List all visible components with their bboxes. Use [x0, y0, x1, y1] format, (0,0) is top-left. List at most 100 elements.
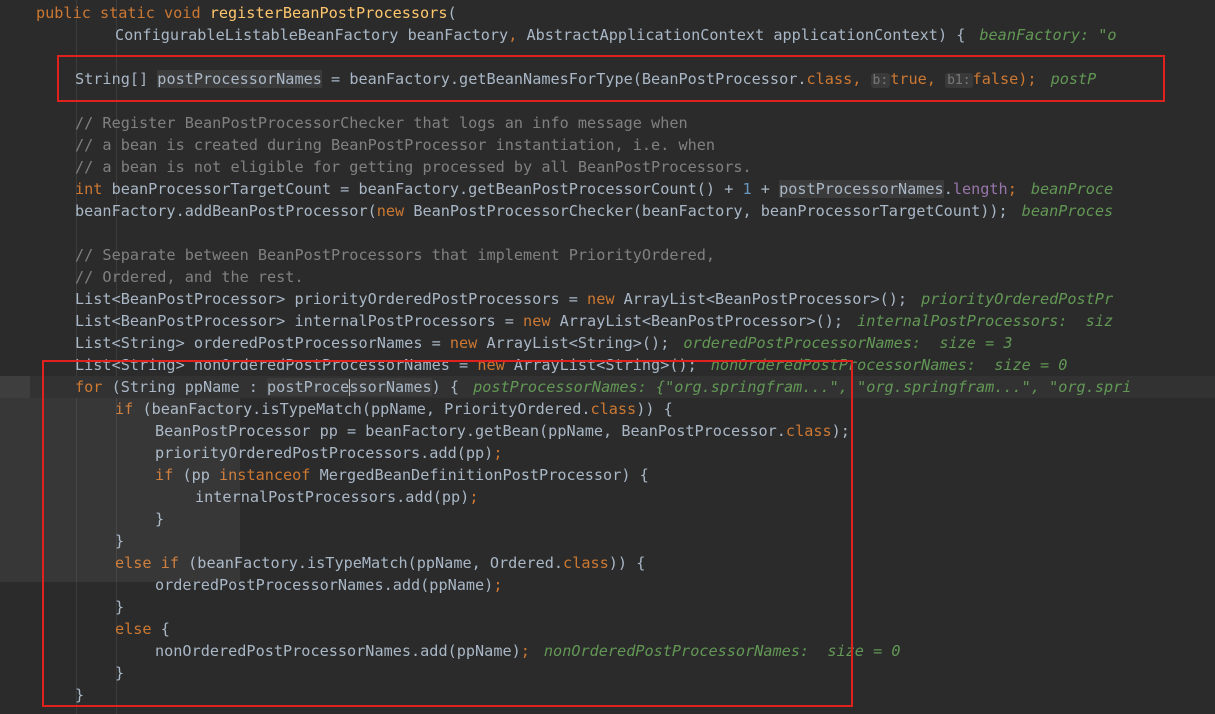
code-line-add-nonordered[interactable]: nonOrderedPostProcessorNames.add(ppName)…: [0, 640, 1215, 662]
code-token: List<BeanPostProcessor> priorityOrderedP…: [75, 290, 588, 308]
code-token: ssorNames: [349, 378, 432, 396]
variable-highlight: postProcessorNames: [267, 378, 432, 396]
code-line-brace[interactable]: }: [0, 684, 1215, 706]
code-token: List<String> orderedPostProcessorNames =: [75, 334, 450, 352]
method-name: registerBeanPostProcessors: [209, 4, 448, 22]
code-line-get-bean[interactable]: BeanPostProcessor pp = beanFactory.getBe…: [0, 420, 1215, 442]
code-token: ,: [508, 26, 527, 44]
code-editor[interactable]: public static void registerBeanPostProce…: [0, 0, 1215, 714]
code-token: ;: [493, 444, 503, 462]
code-line-else[interactable]: else {: [0, 618, 1215, 640]
code-token: ArrayList<String>();: [513, 356, 697, 374]
code-line-method-signature[interactable]: public static void registerBeanPostProce…: [0, 2, 1215, 24]
code-token: beanFactory.addBeanPostProcessor(: [75, 202, 377, 220]
inline-debug-value: internalPostProcessors: siz: [857, 312, 1114, 330]
code-line-brace[interactable]: }: [0, 508, 1215, 530]
code-token: beanProcessorTargetCount = beanFactory.g…: [111, 180, 743, 198]
inline-debug-value: beanProces: [1021, 202, 1114, 220]
code-line-parameters[interactable]: ConfigurableListableBeanFactory beanFact…: [0, 24, 1215, 46]
code-line-add-ordered[interactable]: orderedPostProcessorNames.add(ppName);: [0, 574, 1215, 596]
code-line-internal-list[interactable]: List<BeanPostProcessor> internalPostProc…: [0, 310, 1215, 332]
code-token: priorityOrderedPostProcessors.add(pp): [155, 444, 494, 462]
code-token: List<String> nonOrderedPostProcessorName…: [75, 356, 478, 374]
keyword-token: int: [75, 180, 112, 198]
code-line-get-bean-names[interactable]: String[] postProcessorNames = beanFactor…: [0, 68, 1215, 90]
keyword-token: instanceof: [219, 466, 320, 484]
inline-debug-value: nonOrderedPostProcessorNames: size = 0: [543, 642, 901, 660]
code-comment[interactable]: // Register BeanPostProcessorChecker tha…: [0, 112, 1215, 134]
code-token: ;: [1007, 180, 1017, 198]
code-line-nonordered-list[interactable]: List<String> nonOrderedPostProcessorName…: [0, 354, 1215, 376]
keyword-token: else: [115, 620, 161, 638]
parameter-hint: b1:: [945, 73, 973, 88]
keyword-token: class: [785, 422, 832, 440]
keyword-token: public static void: [36, 4, 210, 22]
code-token: ArrayList<String>();: [486, 334, 670, 352]
code-line-add-priority[interactable]: priorityOrderedPostProcessors.add(pp);: [0, 442, 1215, 464]
code-token: AbstractApplicationContext applicationCo…: [526, 26, 966, 44]
code-token: ,: [852, 70, 871, 88]
code-line-priority-list[interactable]: List<BeanPostProcessor> priorityOrderedP…: [0, 288, 1215, 310]
code-token: postProce: [267, 378, 350, 396]
code-token: ) {: [431, 378, 460, 396]
keyword-token: if: [155, 466, 183, 484]
code-line-add-checker[interactable]: beanFactory.addBeanPostProcessor(new Bea…: [0, 200, 1215, 222]
keyword-token: true: [890, 70, 927, 88]
keyword-token: class: [590, 400, 637, 418]
code-token: BeanPostProcessorChecker(beanFactory, be…: [413, 202, 1008, 220]
keyword-token: new: [523, 312, 560, 330]
code-line-add-internal[interactable]: internalPostProcessors.add(pp);: [0, 486, 1215, 508]
code-line-if-instanceof[interactable]: if (pp instanceof MergedBeanDefinitionPo…: [0, 464, 1215, 486]
code-token: )) {: [636, 400, 673, 418]
code-comment[interactable]: // a bean is not eligible for getting pr…: [0, 156, 1215, 178]
code-comment[interactable]: // Ordered, and the rest.: [0, 266, 1215, 288]
keyword-token: false: [972, 70, 1019, 88]
code-token: orderedPostProcessorNames.add(ppName): [155, 576, 494, 594]
inline-debug-value: nonOrderedPostProcessorNames: size = 0: [710, 356, 1068, 374]
code-token: internalPostProcessors.add(pp): [195, 488, 470, 506]
code-line-for-loop[interactable]: for (String ppName : postProcessorNames)…: [0, 376, 1215, 398]
code-line-brace[interactable]: }: [0, 530, 1215, 552]
inline-debug-value: beanProce: [1030, 180, 1114, 198]
code-token: {: [160, 620, 170, 638]
inline-debug-value: beanFactory: "o: [979, 26, 1117, 44]
code-line-brace[interactable]: }: [0, 662, 1215, 684]
keyword-token: class: [806, 70, 853, 88]
inline-debug-value: postProcessorNames: {"org.springfram..."…: [473, 378, 1132, 396]
variable-highlight: postProcessorNames: [779, 180, 944, 198]
code-token: (beanFactory.isTypeMatch(ppName, Ordered…: [188, 554, 564, 572]
code-token: (: [447, 4, 457, 22]
code-line-else-if-ordered[interactable]: else if (beanFactory.isTypeMatch(ppName,…: [0, 552, 1215, 574]
number-literal: 1: [742, 180, 752, 198]
code-token: ArrayList<BeanPostProcessor>();: [623, 290, 908, 308]
code-line-target-count[interactable]: int beanProcessorTargetCount = beanFacto…: [0, 178, 1215, 200]
code-token: ,: [926, 70, 946, 88]
code-line-if-priority[interactable]: if (beanFactory.isTypeMatch(ppName, Prio…: [0, 398, 1215, 420]
inline-debug-value: postP: [1050, 70, 1097, 88]
code-token: ConfigurableListableBeanFactory beanFact…: [115, 26, 509, 44]
code-comment[interactable]: // a bean is created during BeanPostProc…: [0, 134, 1215, 156]
keyword-token: new: [449, 334, 487, 352]
code-token: );: [831, 422, 850, 440]
code-token: nonOrderedPostProcessorNames.add(ppName): [155, 642, 521, 660]
code-line-ordered-list[interactable]: List<String> orderedPostProcessorNames =…: [0, 332, 1215, 354]
keyword-token: new: [376, 202, 414, 220]
code-token: String[]: [75, 70, 158, 88]
parameter-hint: b:: [870, 73, 891, 88]
code-token: ;: [493, 576, 503, 594]
code-comment[interactable]: // Separate between BeanPostProcessors t…: [0, 244, 1215, 266]
code-token: .: [943, 180, 953, 198]
code-token: ;: [520, 642, 530, 660]
code-token: BeanPostProcessor pp = beanFactory.getBe…: [155, 422, 786, 440]
keyword-token: if: [115, 400, 143, 418]
code-token: );: [1018, 70, 1037, 88]
keyword-token: new: [477, 356, 514, 374]
field-token: length: [952, 180, 1008, 198]
code-line-brace[interactable]: }: [0, 596, 1215, 618]
code-token: (beanFactory.isTypeMatch(ppName, Priorit…: [142, 400, 591, 418]
code-token: (pp: [182, 466, 220, 484]
keyword-token: class: [563, 554, 609, 572]
code-token: ;: [469, 488, 479, 506]
code-token: = beanFactory.getBeanNamesForType(BeanPo…: [321, 70, 807, 88]
code-token: List<BeanPostProcessor> internalPostProc…: [75, 312, 524, 330]
